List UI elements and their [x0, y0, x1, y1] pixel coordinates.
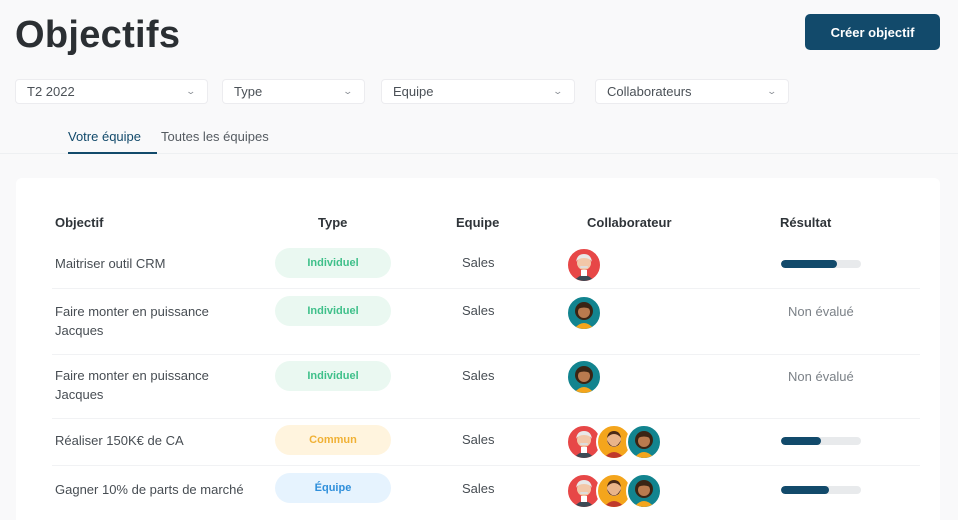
- row-divider: [52, 354, 920, 355]
- objective-title[interactable]: Réaliser 150K€ de CA: [55, 431, 255, 450]
- type-badge: Individuel: [275, 296, 391, 326]
- team-cell: Sales: [462, 432, 495, 447]
- team-cell: Sales: [462, 368, 495, 383]
- filter-collaborators[interactable]: Collaborateurs ⌄: [595, 79, 789, 104]
- tab-toutes-les-equipes[interactable]: Toutes les équipes: [161, 129, 269, 154]
- objective-title[interactable]: Faire monter en puissance Jacques: [55, 302, 255, 340]
- type-badge: Individuel: [275, 248, 391, 278]
- result-progress-bar: [781, 260, 861, 268]
- objective-title[interactable]: Faire monter en puissance Jacques: [55, 366, 255, 404]
- avatar-woman[interactable]: [566, 295, 602, 331]
- row-divider: [52, 465, 920, 466]
- chevron-down-icon: ⌄: [342, 86, 354, 96]
- avatar-woman[interactable]: [626, 473, 662, 509]
- team-cell: Sales: [462, 303, 495, 318]
- team-cell: Sales: [462, 255, 495, 270]
- result-not-evaluated: Non évalué: [788, 369, 854, 384]
- avatar-old-man[interactable]: [566, 247, 602, 283]
- type-badge: Individuel: [275, 361, 391, 391]
- objective-title[interactable]: Maitriser outil CRM: [55, 254, 255, 273]
- filter-type-label: Type: [234, 84, 263, 99]
- avatar-woman[interactable]: [626, 424, 662, 460]
- tab-votre-equipe[interactable]: Votre équipe: [68, 129, 158, 154]
- team-cell: Sales: [462, 481, 495, 496]
- avatar-woman[interactable]: [566, 359, 602, 395]
- column-header-collaborateur: Collaborateur: [587, 215, 672, 230]
- collaborator-avatars: [566, 473, 662, 509]
- result-progress-bar: [781, 437, 861, 445]
- column-header-resultat: Résultat: [780, 215, 832, 230]
- column-header-objectif: Objectif: [55, 215, 104, 230]
- filter-collaborators-label: Collaborateurs: [607, 84, 692, 99]
- filter-type[interactable]: Type ⌄: [222, 79, 365, 104]
- type-badge: Équipe: [275, 473, 391, 503]
- filter-team[interactable]: Equipe ⌄: [381, 79, 575, 104]
- filter-period[interactable]: T2 2022 ⌄: [15, 79, 208, 104]
- result-not-evaluated: Non évalué: [788, 304, 854, 319]
- collaborator-avatars: [566, 359, 602, 395]
- filter-team-label: Equipe: [393, 84, 434, 99]
- column-header-equipe: Equipe: [456, 215, 500, 230]
- row-divider: [52, 288, 920, 289]
- chevron-down-icon: ⌄: [185, 86, 197, 96]
- type-badge: Commun: [275, 425, 391, 455]
- chevron-down-icon: ⌄: [766, 86, 778, 96]
- collaborator-avatars: [566, 295, 602, 331]
- chevron-down-icon: ⌄: [552, 86, 564, 96]
- collaborator-avatars: [566, 424, 662, 460]
- create-objective-button[interactable]: Créer objectif: [805, 14, 940, 50]
- collaborator-avatars: [566, 247, 602, 283]
- column-header-type: Type: [318, 215, 348, 230]
- page-title: Objectifs: [15, 14, 181, 56]
- result-progress-bar: [781, 486, 861, 494]
- filter-period-label: T2 2022: [27, 84, 75, 99]
- tabs: Votre équipe Toutes les équipes: [68, 129, 289, 154]
- row-divider: [52, 418, 920, 419]
- objective-title[interactable]: Gagner 10% de parts de marché: [55, 480, 255, 499]
